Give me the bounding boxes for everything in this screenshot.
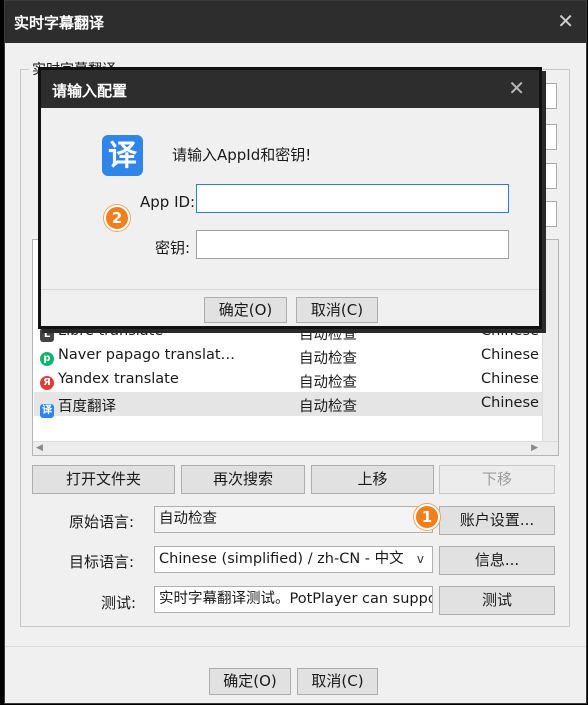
footer-separator — [5, 646, 586, 647]
test-label: 测试: — [101, 594, 137, 612]
papago-icon: p — [40, 352, 54, 366]
dialog-cancel-button[interactable]: 取消(C) — [296, 297, 378, 323]
source-language-label: 原始语言: — [69, 513, 135, 531]
secret-key-label: 密钥: — [155, 239, 191, 257]
dialog-ok-button[interactable]: 确定(O) — [204, 297, 287, 323]
move-up-button[interactable]: 上移 — [311, 465, 434, 494]
list-item-selected[interactable]: 译百度翻译 自动检查 Chinese (s — [34, 392, 557, 418]
step-badge-1: 1 — [414, 504, 440, 530]
window-title: 实时字幕翻译 — [14, 14, 105, 32]
dialog-close-icon[interactable]: ✕ — [508, 76, 525, 100]
target-language-label: 目标语言: — [69, 553, 135, 571]
ok-button[interactable]: 确定(O) — [209, 668, 291, 695]
info-button[interactable]: 信息... — [439, 546, 555, 575]
target-language-select[interactable]: Chinese (simplified) / zh-CN - 中文 v — [154, 546, 433, 573]
dialog-message: 请输入AppId和密钥! — [172, 146, 312, 164]
baidu-translate-icon: 译 — [40, 404, 54, 418]
config-dialog: 请输入配置 ✕ 译 请输入AppId和密钥! App ID: 密钥: 确定(O)… — [38, 67, 542, 329]
scroll-left-icon[interactable]: ◀ — [36, 443, 43, 453]
list-item[interactable]: Я Yandex translate 自动检查 Chinese (s — [34, 368, 557, 392]
search-again-button[interactable]: 再次搜索 — [181, 465, 305, 494]
cancel-button[interactable]: 取消(C) — [297, 668, 378, 695]
dialog-title: 请输入配置 — [52, 82, 128, 100]
baidu-translate-icon: 译 — [102, 135, 143, 176]
secret-key-input[interactable] — [196, 230, 509, 259]
test-button[interactable]: 测试 — [439, 586, 555, 615]
account-settings-button[interactable]: 账户设置... — [439, 506, 555, 535]
move-down-button[interactable]: 下移 — [439, 465, 555, 494]
step-badge-2: 2 — [104, 205, 130, 231]
open-folder-button[interactable]: 打开文件夹 — [32, 465, 175, 494]
chevron-down-icon: v — [416, 552, 424, 566]
dialog-titlebar[interactable]: 请输入配置 ✕ — [41, 70, 539, 108]
close-icon[interactable]: ✕ — [557, 9, 574, 33]
app-id-label: App ID: — [140, 193, 196, 211]
app-id-input[interactable] — [196, 184, 509, 213]
test-text-field[interactable]: 实时字幕翻译测试。PotPlayer can suppo — [154, 586, 433, 613]
horizontal-scrollbar[interactable]: ◀ ▶ — [33, 441, 558, 455]
list-item[interactable]: p Naver papago translat… 自动检查 Chinese (s — [34, 344, 557, 368]
dialog-footer — [41, 290, 539, 326]
source-language-field[interactable]: 自动检查 — [154, 506, 433, 533]
main-titlebar[interactable]: 实时字幕翻译 ✕ — [5, 1, 586, 43]
yandex-icon: Я — [40, 376, 54, 390]
scroll-right-icon[interactable]: ▶ — [531, 443, 538, 453]
